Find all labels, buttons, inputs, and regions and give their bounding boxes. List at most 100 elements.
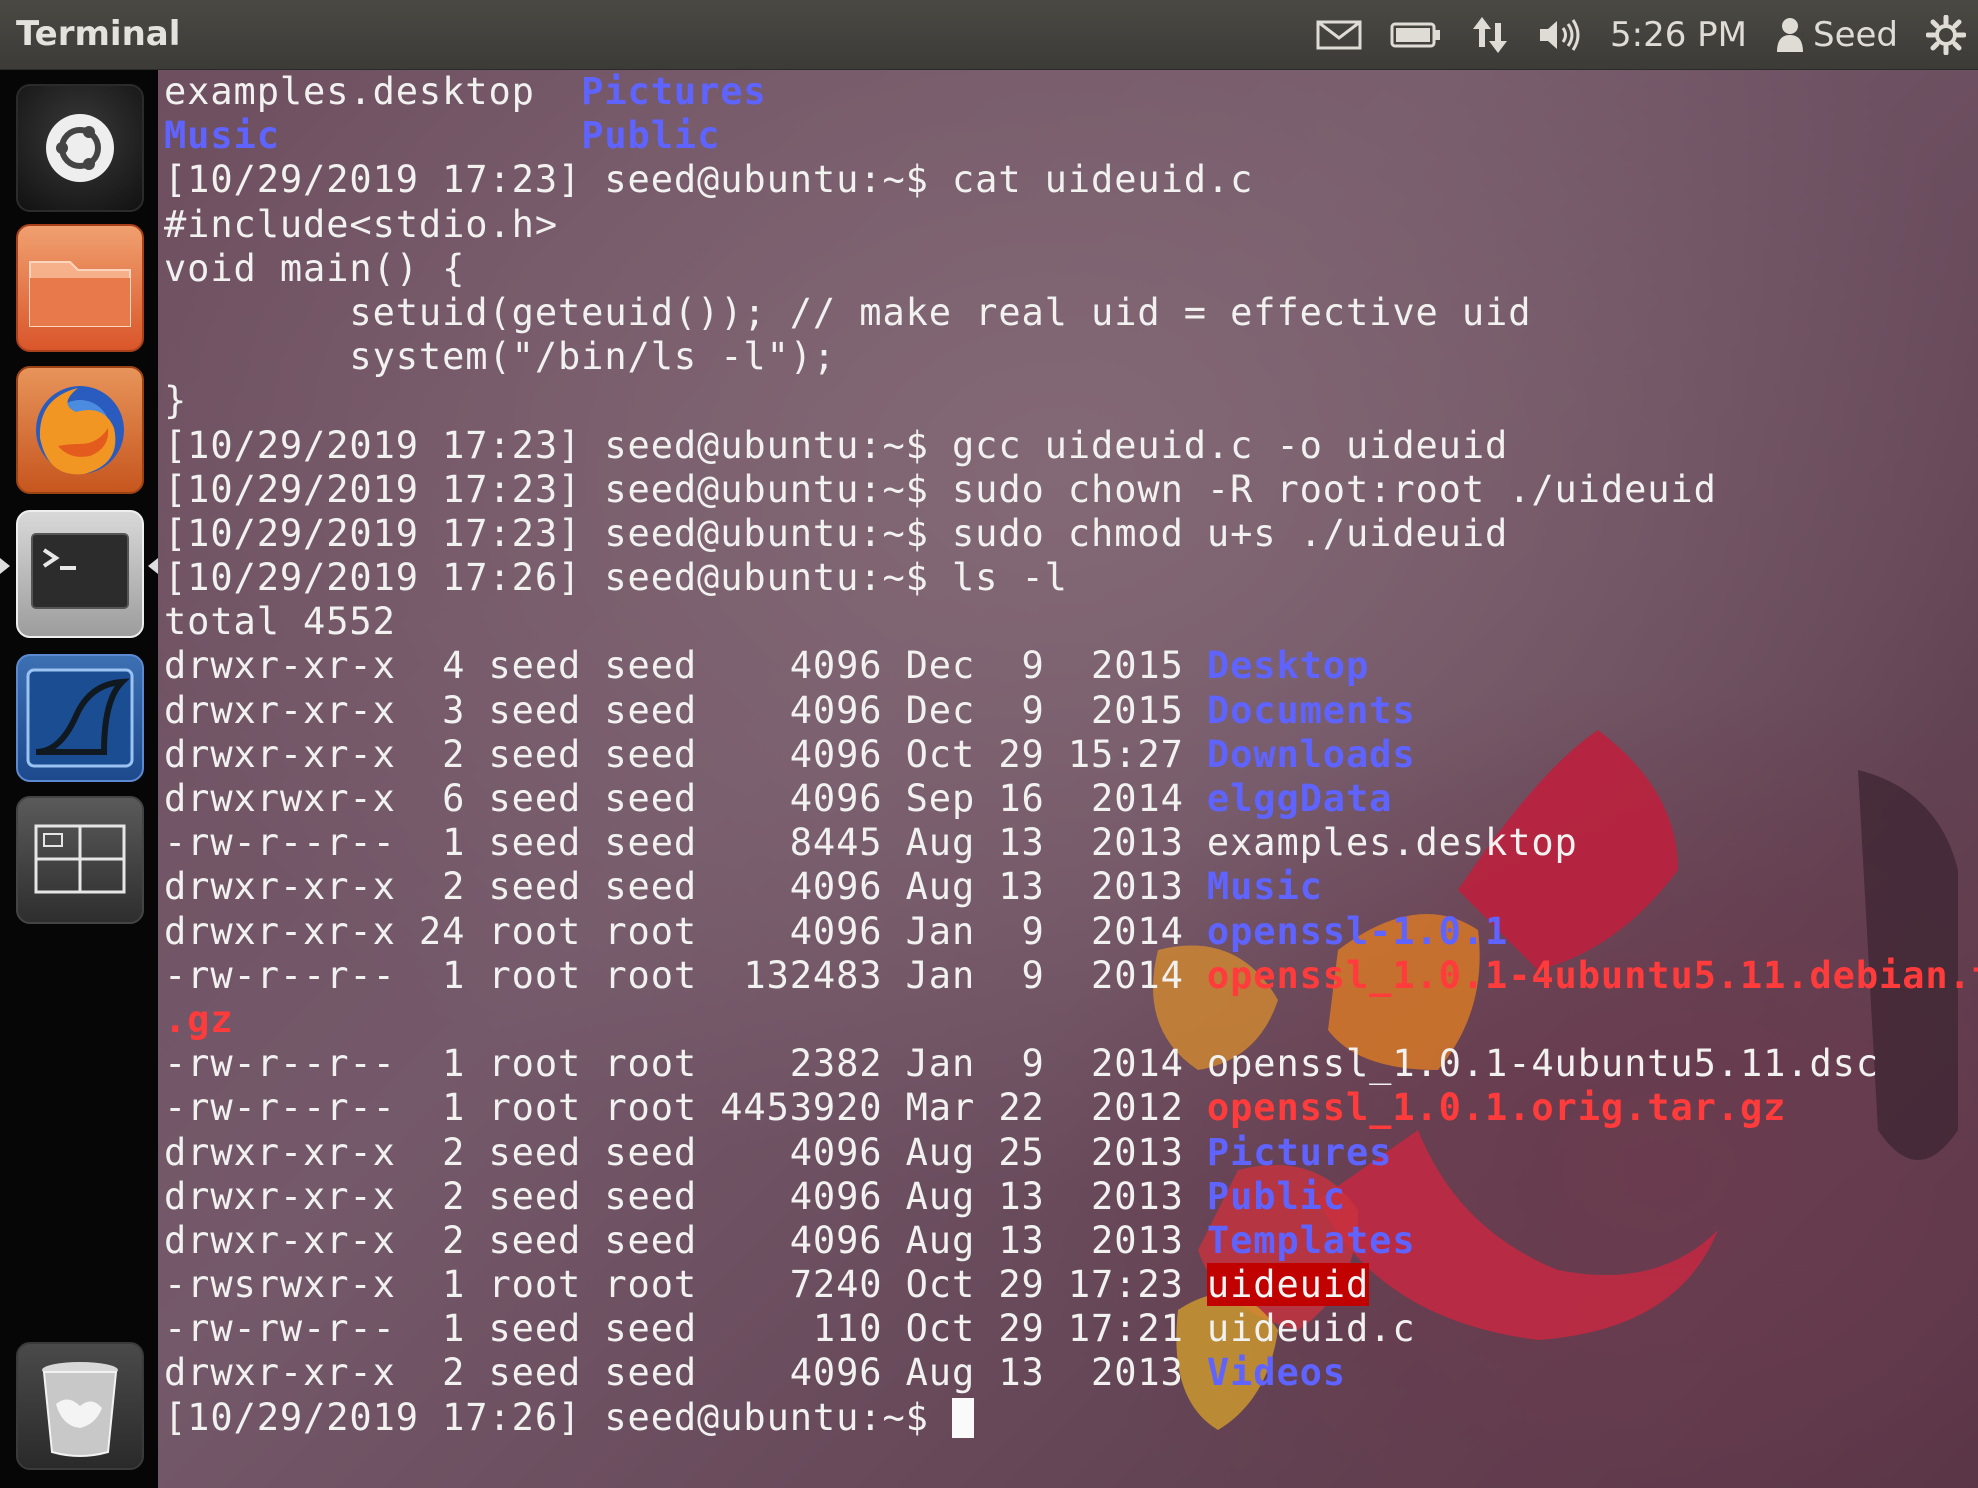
terminal-line: drwxr-xr-x 2 seed seed 4096 Aug 13 2013 … [164, 1175, 1978, 1219]
window-title: Terminal [16, 14, 181, 54]
terminal-line: -rw-rw-r-- 1 seed seed 110 Oct 29 17:21 … [164, 1307, 1978, 1351]
user-name: Seed [1813, 15, 1898, 55]
directory-name: Public [1206, 1174, 1346, 1218]
terminal-text: setuid(geteuid()); // make real uid = ef… [164, 290, 1532, 334]
terminal-line: drwxr-xr-x 24 root root 4096 Jan 9 2014 … [164, 910, 1978, 954]
mail-icon[interactable] [1316, 19, 1362, 51]
trash-icon[interactable] [16, 1342, 144, 1470]
ubuntu-dash-icon[interactable] [16, 84, 144, 212]
terminal-text: [10/29/2019 17:23] seed@ubuntu:~$ gcc ui… [164, 423, 1509, 467]
terminal-line: total 4552 [164, 600, 1978, 644]
directory-name: Music [164, 114, 280, 158]
terminal-line: [10/29/2019 17:23] seed@ubuntu:~$ sudo c… [164, 512, 1978, 556]
terminal-text: drwxr-xr-x 4 seed seed 4096 Dec 9 2015 [164, 644, 1207, 688]
directory-name: Templates [1206, 1218, 1416, 1262]
files-icon[interactable] [16, 224, 144, 352]
indicator-area: 5:26 PM Seed [1288, 0, 1966, 70]
terminal-text: void main() { [164, 246, 466, 290]
terminal-line: void main() { [164, 247, 1978, 291]
archive-name: .gz [164, 997, 234, 1041]
archive-name: openssl_1.0.1-4ubuntu5.11.debian.tar [1206, 953, 1978, 997]
terminal-line: drwxr-xr-x 2 seed seed 4096 Oct 29 15:27… [164, 733, 1978, 777]
terminal-icon[interactable] [16, 510, 144, 638]
terminal-text: [10/29/2019 17:23] seed@ubuntu:~$ sudo c… [164, 467, 1717, 511]
terminal-text: } [164, 379, 188, 423]
archive-name: openssl_1.0.1.orig.tar.gz [1206, 1086, 1787, 1130]
directory-name: elggData [1206, 777, 1393, 820]
terminal-text: [10/29/2019 17:26] seed@ubuntu:~$ ls -l [164, 556, 1068, 600]
terminal-line: } [164, 379, 1978, 423]
terminal-line: -rwsrwxr-x 1 root root 7240 Oct 29 17:23… [164, 1263, 1978, 1307]
terminal-text: drwxr-xr-x 2 seed seed 4096 Aug 13 2013 [164, 1218, 1207, 1262]
text-cursor [951, 1397, 974, 1438]
terminal-line: drwxr-xr-x 2 seed seed 4096 Aug 13 2013 … [164, 1351, 1978, 1395]
firefox-icon[interactable] [16, 366, 144, 494]
terminal-line: drwxr-xr-x 2 seed seed 4096 Aug 13 2013 … [164, 865, 1978, 909]
terminal-line: drwxr-xr-x 2 seed seed 4096 Aug 13 2013 … [164, 1219, 1978, 1263]
directory-name: Documents [1206, 688, 1416, 732]
workspace-switcher-icon[interactable] [16, 796, 144, 924]
network-icon[interactable] [1470, 15, 1510, 55]
directory-name: Pictures [581, 70, 767, 113]
terminal-text: drwxrwxr-x 6 seed seed 4096 Sep 16 2014 [164, 777, 1207, 820]
terminal-text: drwxr-xr-x 2 seed seed 4096 Aug 13 2013 [164, 865, 1207, 909]
directory-name: Public [581, 114, 721, 158]
terminal-line: [10/29/2019 17:23] seed@ubuntu:~$ cat ui… [164, 158, 1978, 202]
terminal-line: -rw-r--r-- 1 root root 132483 Jan 9 2014… [164, 954, 1978, 998]
active-indicator-left [0, 558, 10, 574]
terminal-text: drwxr-xr-x 24 root root 4096 Jan 9 2014 [164, 909, 1207, 953]
terminal-text: -rw-r--r-- 1 root root 4453920 Mar 22 20… [164, 1086, 1207, 1130]
terminal-text: [10/29/2019 17:23] seed@ubuntu:~$ sudo c… [164, 511, 1509, 555]
terminal-line: drwxr-xr-x 3 seed seed 4096 Dec 9 2015 D… [164, 689, 1978, 733]
terminal-line: -rw-r--r-- 1 seed seed 8445 Aug 13 2013 … [164, 821, 1978, 865]
terminal-line: [10/29/2019 17:23] seed@ubuntu:~$ gcc ui… [164, 424, 1978, 468]
directory-name: Desktop [1206, 644, 1370, 688]
terminal-text: drwxr-xr-x 2 seed seed 4096 Aug 13 2013 [164, 1351, 1207, 1395]
terminal-text: [10/29/2019 17:26] seed@ubuntu:~$ [164, 1395, 952, 1439]
terminal-text: -rw-rw-r-- 1 seed seed 110 Oct 29 17:21 … [164, 1307, 1416, 1351]
terminal-line: -rw-r--r-- 1 root root 2382 Jan 9 2014 o… [164, 1042, 1978, 1086]
terminal-text: drwxr-xr-x 2 seed seed 4096 Aug 13 2013 [164, 1174, 1207, 1218]
top-panel: Terminal 5:26 PM Seed [0, 0, 1978, 70]
user-menu[interactable]: Seed [1775, 15, 1898, 55]
terminal-line: -rw-r--r-- 1 root root 4453920 Mar 22 20… [164, 1086, 1978, 1130]
directory-name: Music [1206, 865, 1323, 909]
terminal-line: drwxr-xr-x 4 seed seed 4096 Dec 9 2015 D… [164, 644, 1978, 688]
terminal-line: setuid(geteuid()); // make real uid = ef… [164, 291, 1978, 335]
user-icon [1777, 18, 1803, 52]
terminal-text: -rw-r--r-- 1 root root 2382 Jan 9 2014 o… [164, 1042, 1880, 1086]
terminal-line: [10/29/2019 17:26] seed@ubuntu:~$ ls -l [164, 556, 1978, 600]
terminal-text: -rwsrwxr-x 1 root root 7240 Oct 29 17:23 [164, 1263, 1207, 1307]
terminal-window[interactable]: examples.desktop Pictures Music Public [10… [158, 70, 1978, 1488]
setuid-file-name: uideuid [1206, 1263, 1370, 1307]
directory-name: openssl-1.0.1 [1206, 909, 1509, 953]
terminal-text: -rw-r--r-- 1 root root 132483 Jan 9 2014 [164, 953, 1207, 997]
directory-name: Pictures [1206, 1130, 1393, 1174]
terminal-text: total 4552 [164, 600, 396, 644]
terminal-line: [10/29/2019 17:23] seed@ubuntu:~$ sudo c… [164, 468, 1978, 512]
terminal-line: [10/29/2019 17:26] seed@ubuntu:~$ [164, 1396, 1978, 1440]
terminal-line: #include<stdio.h> [164, 203, 1978, 247]
battery-icon[interactable] [1390, 21, 1442, 49]
gear-icon[interactable] [1926, 15, 1966, 55]
terminal-text: drwxr-xr-x 2 seed seed 4096 Oct 29 15:27 [164, 732, 1207, 776]
terminal-text: examples.desktop [164, 70, 582, 113]
clock[interactable]: 5:26 PM [1610, 15, 1747, 55]
terminal-line: Music Public [164, 114, 1978, 158]
directory-name: Downloads [1206, 732, 1416, 776]
volume-icon[interactable] [1538, 17, 1582, 53]
terminal-text: #include<stdio.h> [164, 202, 558, 246]
terminal-line: system("/bin/ls -l"); [164, 335, 1978, 379]
terminal-line: drwxrwxr-x 6 seed seed 4096 Sep 16 2014 … [164, 777, 1978, 821]
terminal-line: examples.desktop Pictures [164, 70, 1978, 114]
terminal-output: examples.desktop Pictures Music Public [10… [164, 70, 1978, 1440]
terminal-text: drwxr-xr-x 3 seed seed 4096 Dec 9 2015 [164, 688, 1207, 732]
terminal-line: drwxr-xr-x 2 seed seed 4096 Aug 25 2013 … [164, 1131, 1978, 1175]
wireshark-icon[interactable] [16, 654, 144, 782]
terminal-text: drwxr-xr-x 2 seed seed 4096 Aug 25 2013 [164, 1130, 1207, 1174]
active-indicator-right [148, 558, 158, 574]
terminal-text: system("/bin/ls -l"); [164, 335, 837, 379]
terminal-text: [10/29/2019 17:23] seed@ubuntu:~$ cat ui… [164, 158, 1254, 202]
terminal-line: .gz [164, 998, 1978, 1042]
